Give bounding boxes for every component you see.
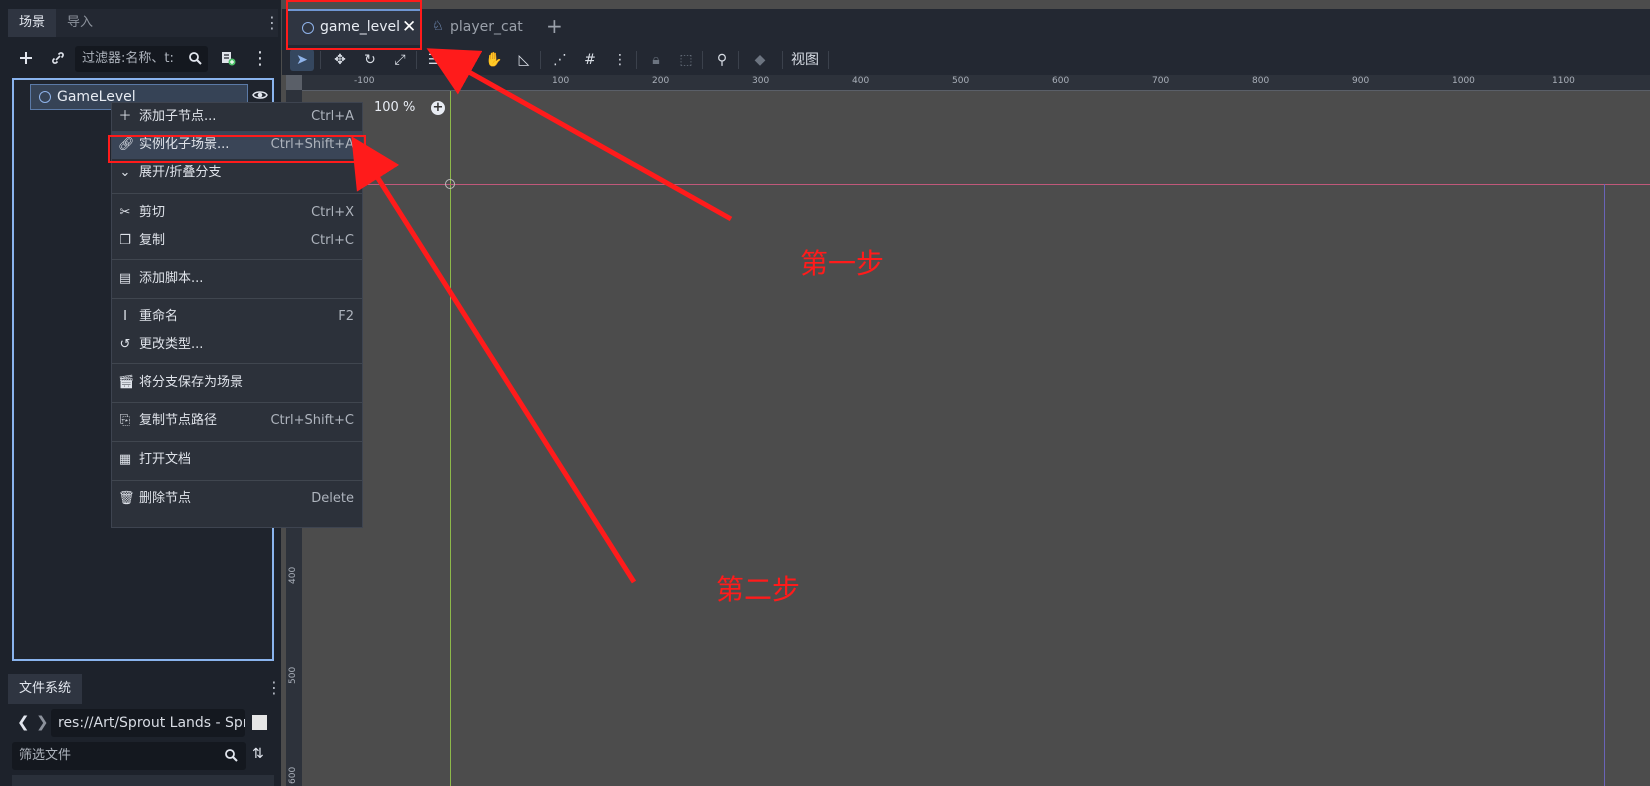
arrow-step1 <box>426 48 733 222</box>
annotation-arrows <box>351 48 733 584</box>
annotation-step1: 第一步 <box>800 247 885 280</box>
arrow-step2 <box>351 136 637 584</box>
annotation-step2: 第二步 <box>716 573 801 606</box>
